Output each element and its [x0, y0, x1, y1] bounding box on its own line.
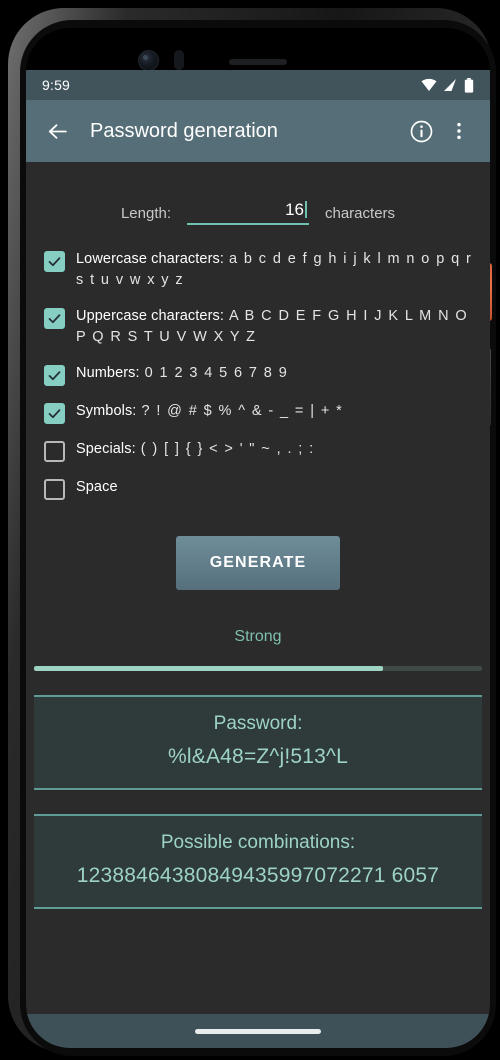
password-result-card[interactable]: Password: %l&A48=Z^j!513^L: [34, 695, 482, 790]
length-row: Length: 16 characters: [26, 162, 490, 225]
option-chars-specials: ( ) [ ] { } < > ' " ~ , . ; :: [140, 441, 315, 457]
option-chars-symbols: ? ! @ # $ % ^ & - _ = | + *: [141, 403, 344, 419]
info-button[interactable]: [404, 114, 438, 148]
back-button[interactable]: [40, 114, 74, 148]
password-strength-bar-fill: [34, 666, 384, 671]
status-bar-icons: [421, 77, 474, 93]
generate-button-wrap: GENERATE: [26, 536, 490, 590]
notch-area: [26, 28, 490, 71]
option-row-uppercase[interactable]: Uppercase characters: A B C D E F G H I J…: [44, 306, 474, 348]
check-icon: [48, 371, 61, 381]
option-label-uppercase: Uppercase characters: A B C D E F G H I J…: [76, 306, 474, 348]
option-row-specials[interactable]: Specials:( ) [ ] { } < > ' " ~ , . ; :: [44, 439, 474, 462]
option-label-lowercase: Lowercase characters: a b c d e f g h i j…: [76, 249, 474, 291]
battery-icon: [464, 77, 474, 93]
check-icon: [48, 257, 61, 267]
cellular-signal-icon: [444, 79, 456, 91]
status-bar: 9:59: [26, 70, 490, 100]
password-result-title: Password:: [213, 713, 303, 734]
checkbox-symbols[interactable]: [44, 403, 65, 424]
checkbox-numbers[interactable]: [44, 365, 65, 386]
phone-device-frame: 9:59 Password generation Length: 16 char…: [8, 8, 496, 1056]
navigation-bar: [26, 1014, 490, 1048]
checkbox-lowercase[interactable]: [44, 251, 65, 272]
option-label-specials: Specials:( ) [ ] { } < > ' " ~ , . ; :: [76, 439, 315, 460]
check-icon: [48, 409, 61, 419]
length-input[interactable]: 16: [187, 200, 309, 225]
earpiece-speaker-icon: [229, 59, 287, 65]
combinations-result-value: 12388464380849435997072271 6057: [76, 864, 440, 887]
option-name-uppercase: Uppercase characters:: [76, 308, 224, 324]
option-row-lowercase[interactable]: Lowercase characters: a b c d e f g h i j…: [44, 249, 474, 291]
checkbox-uppercase[interactable]: [44, 308, 65, 329]
password-result-value: %l&A48=Z^j!513^L: [168, 745, 348, 768]
option-name-specials: Specials:: [76, 441, 136, 457]
option-name-space: Space: [76, 479, 118, 495]
proximity-sensor-icon: [174, 50, 184, 70]
overflow-menu-button[interactable]: [442, 114, 476, 148]
checkbox-space[interactable]: [44, 479, 65, 500]
home-gesture-pill[interactable]: [195, 1028, 321, 1034]
front-camera-icon: [138, 50, 159, 71]
option-label-symbols: Symbols:? ! @ # $ % ^ & - _ = | + *: [76, 401, 343, 422]
info-circle-icon: [410, 120, 432, 142]
text-cursor: [305, 201, 307, 218]
check-icon: [48, 314, 61, 324]
length-input-value: 16: [285, 200, 304, 219]
option-label-numbers: Numbers: 0 1 2 3 4 5 6 7 8 9: [76, 363, 288, 384]
status-bar-clock: 9:59: [42, 77, 71, 93]
main-content: Length: 16 characters Lowercase characte…: [26, 162, 490, 1014]
option-row-space[interactable]: Space: [44, 477, 474, 500]
app-bar: Password generation: [26, 100, 490, 162]
character-options-list: Lowercase characters: a b c d e f g h i j…: [26, 249, 490, 500]
more-vertical-icon: [457, 122, 461, 140]
generate-button[interactable]: GENERATE: [175, 536, 341, 590]
option-row-numbers[interactable]: Numbers: 0 1 2 3 4 5 6 7 8 9: [44, 363, 474, 386]
option-name-numbers: Numbers:: [76, 365, 140, 381]
password-strength-label: Strong: [234, 628, 282, 645]
wifi-icon: [421, 78, 437, 91]
phone-screen: 9:59 Password generation Length: 16 char…: [26, 28, 490, 1048]
combinations-result-card[interactable]: Possible combinations: 12388464380849435…: [34, 814, 482, 909]
length-unit-label: characters: [325, 205, 396, 222]
option-name-lowercase: Lowercase characters:: [76, 251, 224, 267]
arrow-back-icon: [48, 123, 67, 139]
length-label: Length:: [120, 205, 171, 222]
option-name-symbols: Symbols:: [76, 403, 137, 419]
password-strength-bar: [34, 666, 482, 671]
page-title: Password generation: [90, 119, 278, 142]
option-label-space: Space: [76, 477, 118, 498]
combinations-result-title: Possible combinations:: [160, 832, 356, 853]
option-chars-numbers: 0 1 2 3 4 5 6 7 8 9: [144, 365, 289, 381]
option-row-symbols[interactable]: Symbols:? ! @ # $ % ^ & - _ = | + *: [44, 401, 474, 424]
checkbox-specials[interactable]: [44, 441, 65, 462]
